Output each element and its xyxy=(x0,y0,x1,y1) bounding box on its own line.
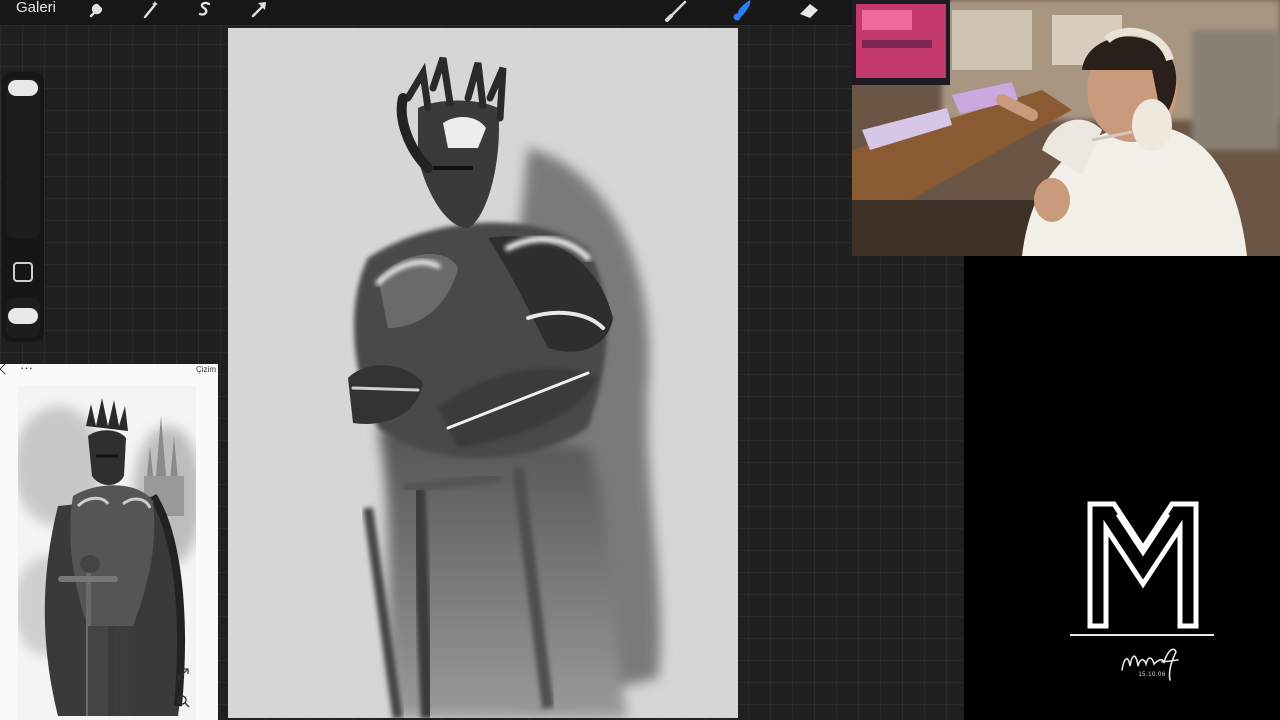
smudge-icon[interactable] xyxy=(730,0,756,22)
opacity-thumb[interactable] xyxy=(8,308,38,324)
reference-title: Çizim xyxy=(196,365,216,374)
magic-wand-icon[interactable] xyxy=(137,0,163,22)
drawing-canvas[interactable] xyxy=(228,28,738,718)
brush-size-slider[interactable] xyxy=(6,78,40,238)
zoom-icon[interactable] xyxy=(176,694,190,708)
reference-image xyxy=(18,386,196,720)
reference-window: ··· Çizim xyxy=(0,364,218,720)
eraser-icon[interactable] xyxy=(796,0,822,22)
branding-panel: 15.10.06 xyxy=(964,256,1280,720)
signature-image xyxy=(1118,640,1182,686)
wrench-icon[interactable] xyxy=(83,0,109,22)
mm-logo xyxy=(1084,498,1202,630)
top-toolbar: Galeri xyxy=(0,0,964,26)
reference-titlebar: ··· Çizim xyxy=(0,364,218,378)
logo-divider xyxy=(1070,634,1214,636)
procreate-workspace: Galeri ··· Çizim xyxy=(0,0,964,720)
gallery-button[interactable]: Galeri xyxy=(16,0,56,18)
reference-menu-button[interactable]: ··· xyxy=(20,364,33,375)
brush-size-thumb[interactable] xyxy=(8,80,38,96)
opacity-slider[interactable] xyxy=(6,298,40,338)
brush-icon[interactable] xyxy=(664,0,690,22)
modify-button[interactable] xyxy=(13,262,33,282)
slider-sidebar xyxy=(2,72,44,342)
back-arrow-icon[interactable] xyxy=(0,364,11,375)
transform-arrow-icon[interactable] xyxy=(246,0,272,22)
knight-sketch xyxy=(228,28,738,718)
selection-s-icon[interactable] xyxy=(192,0,218,22)
signature-date: 15.10.06 xyxy=(1138,672,1166,678)
expand-icon[interactable] xyxy=(176,667,190,681)
webcam-feed xyxy=(852,0,1280,256)
